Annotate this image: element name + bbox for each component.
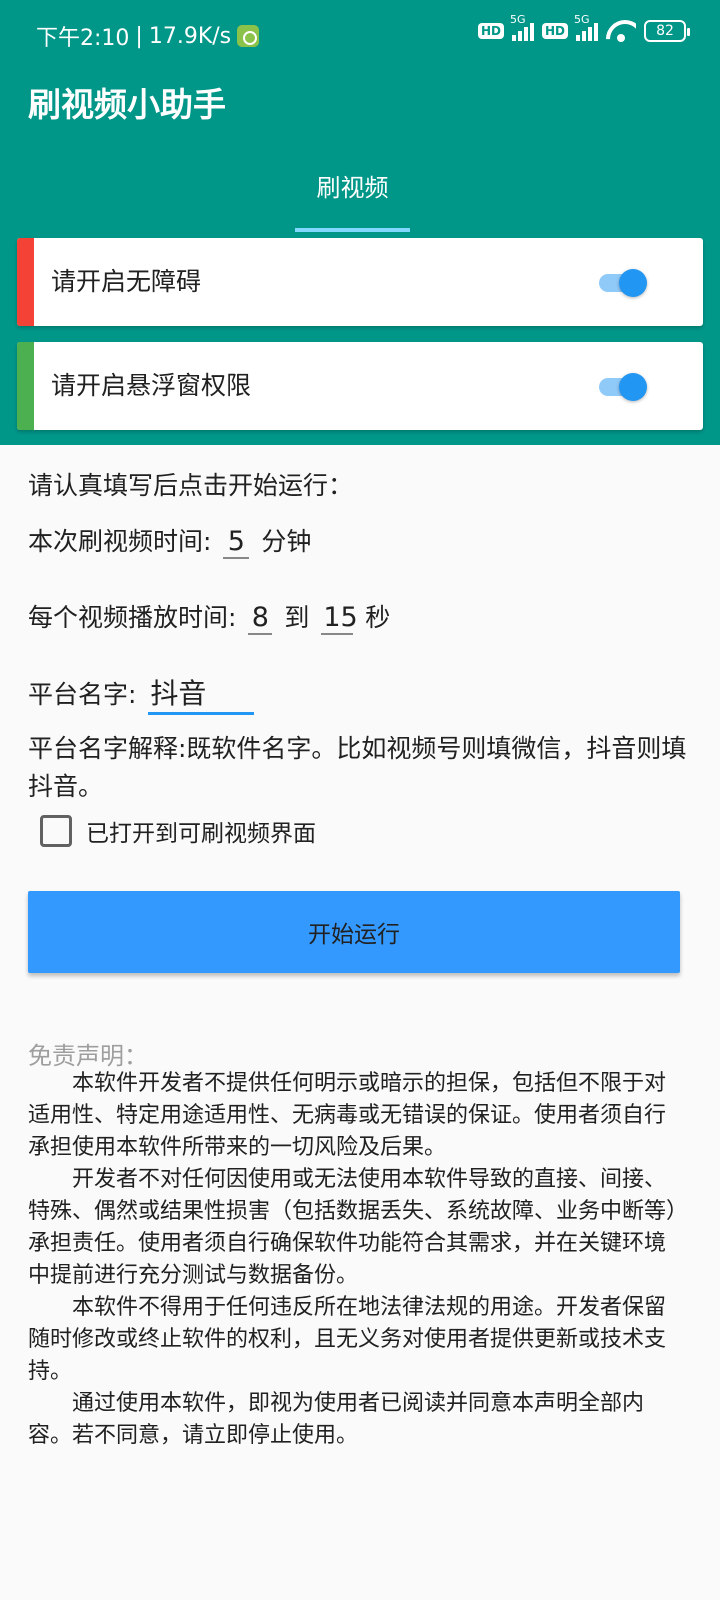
per-video-row: 每个视频播放时间: 8 到 15 秒 [28,598,390,635]
disclaimer-title: 免责声明： [28,1042,148,1070]
disclaimer-paragraph: 本软件不得用于任何违反所在地法律法规的用途。开发者保留随时修改或终止软件的权利，… [28,1295,667,1384]
disclaimer-paragraph: 本软件开发者不提供任何明示或暗示的担保，包括但不限于对适用性、特定用途适用性、无… [28,1071,667,1160]
per-video-min-input[interactable]: 8 [248,602,273,635]
ready-checkbox[interactable] [40,815,72,847]
status-bar-red [17,238,34,326]
per-video-max-input[interactable]: 15 [321,602,358,635]
signal-icon: 5G [510,13,534,41]
network-speed: 17.9K/s [148,23,232,49]
overlay-permission-card[interactable]: 请开启悬浮窗权限 [17,342,703,430]
wifi-icon [606,20,636,42]
battery-icon: 82 [644,20,690,42]
accessibility-permission-label: 请开启无障碍 [51,267,202,296]
accessibility-toggle[interactable] [599,268,647,297]
disclaimer-body: 本软件开发者不提供任何明示或暗示的担保，包括但不限于对适用性、特定用途适用性、无… [28,1068,683,1452]
platform-label: 平台名字: [28,680,137,709]
tab-indicator [295,228,410,232]
signal-icon: 5G [574,13,598,41]
status-bar: 下午2:10 | 17.9K/s HD 5G HD 5G 82 [0,0,720,64]
disclaimer-paragraph: 通过使用本软件，即视为使用者已阅读并同意本声明全部内容。若不同意，请立即停止使用… [28,1391,645,1448]
platform-hint: 平台名字解释:既软件名字。比如视频号则填微信，抖音则填抖音。 [28,734,687,801]
app-title: 刷视频小助手 [28,85,226,124]
overlay-toggle[interactable] [599,372,647,401]
platform-row: 平台名字: 抖音 [28,672,258,715]
notification-app-icon [237,25,260,47]
status-time: 下午2:10 [36,26,130,51]
disclaimer-paragraph: 开发者不对任何因使用或无法使用本软件导致的直接、间接、特殊、偶然或结果性损害（包… [28,1167,678,1288]
overlay-permission-label: 请开启悬浮窗权限 [51,371,252,400]
tab-shua-shipin[interactable]: 刷视频 [295,165,410,233]
accessibility-permission-card[interactable]: 请开启无障碍 [17,238,703,326]
duration-input[interactable]: 5 [223,526,250,559]
ready-checkbox-row[interactable]: 已打开到可刷视频界面 [40,814,316,848]
per-video-label: 每个视频播放时间: [28,603,237,632]
per-video-unit: 秒 [365,603,391,632]
ready-checkbox-label: 已打开到可刷视频界面 [86,821,316,847]
duration-unit: 分钟 [261,527,312,556]
platform-input[interactable]: 抖音 [148,672,255,715]
duration-label: 本次刷视频时间: [28,527,212,556]
app-header: 下午2:10 | 17.9K/s HD 5G HD 5G 82 刷视频小助手 刷… [0,0,720,445]
form-intro: 请认真填写后点击开始运行： [28,471,354,500]
start-button[interactable]: 开始运行 [28,891,680,973]
duration-row: 本次刷视频时间: 5 分钟 [28,522,311,559]
hd-badge: HD [477,23,504,39]
per-video-to: 到 [284,603,310,632]
status-bar-green [17,342,34,430]
hd-badge: HD [541,23,568,39]
